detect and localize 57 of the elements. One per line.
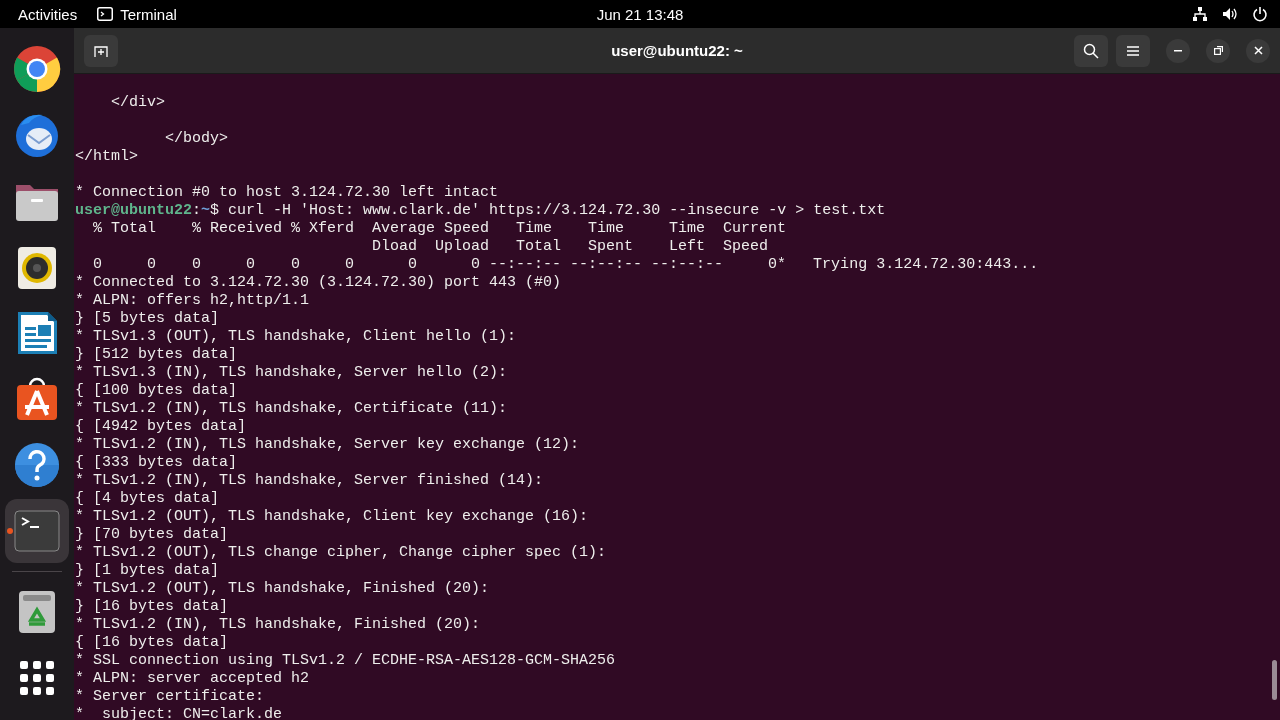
terminal-line: } [512 bytes data] xyxy=(75,346,238,364)
terminal-line: * TLSv1.2 (OUT), TLS handshake, Finished (20): xyxy=(75,580,490,598)
terminal-line: { [4942 bytes data] xyxy=(75,418,247,436)
terminal-line: { [333 bytes data] xyxy=(75,454,238,472)
terminal-line: * SSL connection using TLSv1.2 / ECDHE-RSA-AES128-GCM-SHA256 xyxy=(75,652,616,670)
terminal-line: </html> xyxy=(75,148,138,166)
terminal-line: } [16 bytes data] xyxy=(75,598,229,616)
close-icon xyxy=(1253,46,1263,55)
terminal-line: * TLSv1.2 (IN), TLS handshake, Certificate (11): xyxy=(75,400,508,418)
terminal-line: } [70 bytes data] xyxy=(75,526,229,544)
terminal-line: </body> xyxy=(164,130,229,148)
menu-icon xyxy=(1127,45,1139,56)
network-icon xyxy=(1192,6,1208,22)
terminal-line: * TLSv1.2 (IN), TLS handshake, Server key exchange (12): xyxy=(75,436,580,454)
new-tab-icon xyxy=(94,43,108,58)
scrollbar[interactable] xyxy=(1272,660,1277,700)
search-button[interactable] xyxy=(1074,34,1108,67)
clock[interactable]: Jun 21 13:48 xyxy=(596,5,684,23)
terminal-line: } [5 bytes data] xyxy=(75,310,220,328)
terminal-icon xyxy=(97,7,114,21)
volume-icon xyxy=(1222,6,1238,22)
terminal-line: * TLSv1.3 (IN), TLS handshake, Server hello (2): xyxy=(75,364,508,382)
minimize-icon xyxy=(1174,49,1182,52)
power-icon xyxy=(1252,6,1268,22)
terminal-icon xyxy=(13,507,61,555)
terminal-line: * TLSv1.2 (OUT), TLS change cipher, Change cipher spec (1): xyxy=(75,544,607,562)
close-button[interactable] xyxy=(1246,38,1270,63)
terminal-line: { [100 bytes data] xyxy=(75,382,238,400)
search-icon xyxy=(1083,42,1099,59)
terminal-line: </div> xyxy=(110,94,165,112)
running-indicator xyxy=(7,528,13,534)
terminal-line: * ALPN: server accepted h2 xyxy=(75,670,310,688)
terminal-line: * TLSv1.2 (OUT), TLS handshake, Client key exchange (16): xyxy=(75,508,589,526)
terminal-line: * TLSv1.2 (IN), TLS handshake, Finished (20): xyxy=(75,616,481,634)
terminal-line: * Server certificate: xyxy=(75,688,265,706)
terminal-line: } [1 bytes data] xyxy=(75,562,220,580)
terminal-line: * TLSv1.3 (OUT), TLS handshake, Client hello (1): xyxy=(75,328,517,346)
terminal-line: * ALPN: offers h2,http/1.1 xyxy=(75,292,310,310)
terminal-line: Dload Upload Total Spent Left Speed xyxy=(371,238,769,256)
app-menu[interactable]: Terminal xyxy=(97,5,177,23)
terminal-line: { [16 bytes data] xyxy=(75,634,229,652)
new-tab-button[interactable] xyxy=(84,34,118,67)
minimize-button[interactable] xyxy=(1166,38,1190,63)
window-title: user@ubuntu22: ~ xyxy=(611,42,743,59)
chrome-icon xyxy=(13,45,61,93)
activities-button[interactable]: Activities xyxy=(18,5,78,23)
help-icon xyxy=(13,441,61,489)
maximize-icon xyxy=(1213,46,1223,55)
terminal-line: % Total % Received % Xferd Average Speed Time Time Time Current xyxy=(92,220,787,238)
terminal-line: 0 0 0 0 0 0 0 0 --:--:-- --:--:-- --:--:-- 0* Trying 3.124.72.30:443... xyxy=(92,256,1039,274)
prompt-line: user@ubuntu22:~$ curl -H 'Host: www.clark.de' https://3.124.72.30 --insecure -v > test.txt xyxy=(75,202,886,220)
maximize-button[interactable] xyxy=(1206,38,1230,63)
menu-button[interactable] xyxy=(1116,34,1150,67)
terminal-line: * Connected to 3.124.72.30 (3.124.72.30) port 443 (#0) xyxy=(75,274,562,292)
terminal-line: * Connection #0 to host 3.124.72.30 left intact xyxy=(75,184,499,202)
terminal-line: { [4 bytes data] xyxy=(75,490,220,508)
terminal-line: * TLSv1.2 (IN), TLS handshake, Server finished (14): xyxy=(75,472,544,490)
